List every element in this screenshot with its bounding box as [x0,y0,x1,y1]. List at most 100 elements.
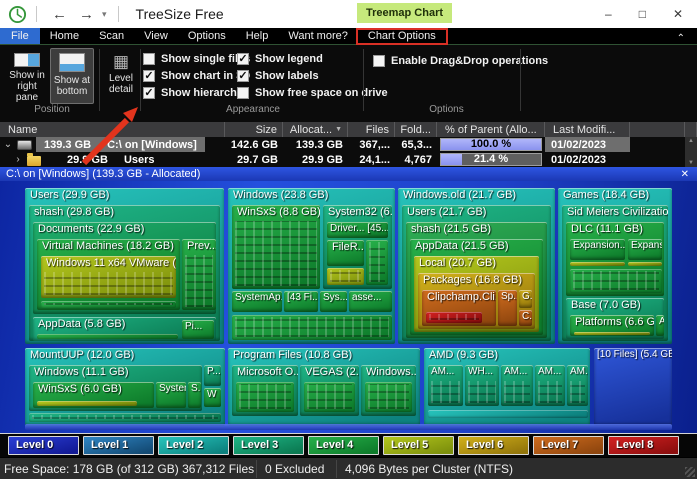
checkbox-show-legend[interactable]: ✓Show legend [237,50,388,67]
file-list: Name Size Allocat... ▼ Files Fold... % o… [0,122,697,167]
checkbox-enable-drag-drop-operations[interactable]: Enable Drag&Drop operations [373,52,548,69]
treemap-block-43-fi[interactable]: [43 Fi... [284,291,318,312]
folders-cell: 4,767 [395,152,437,167]
tab-scan[interactable]: Scan [89,28,134,44]
column-header-files[interactable]: Files [348,122,395,137]
treemap-block-am[interactable]: AM... [535,365,565,406]
treemap-body[interactable]: Users (29.9 GB)shash (29.8 GB)Documents … [0,181,697,433]
legend-level-4: Level 4 [308,436,379,455]
table-row[interactable]: › 29.9 GB Users 29.7 GB 29.9 GB 24,1... … [0,152,697,167]
column-header-allocated[interactable]: Allocat... ▼ [283,122,348,137]
tab-file[interactable]: File [0,28,40,44]
checkbox-checked-icon: ✓ [143,87,155,99]
treemap-block-systemap[interactable]: SystemAp... [232,291,282,312]
bottom-pane-icon [59,53,85,72]
treemap-block-winsxs-8-8-gb[interactable]: WinSxS (8.8 GB) [232,205,320,289]
treemap-block-windows-11-x64-vmware-18[interactable]: Windows 11 x64 VMware (18... [41,256,176,298]
divider [99,49,100,111]
show-at-bottom-button[interactable]: Show at bottom [50,48,94,104]
checkbox-show-labels[interactable]: ✓Show labels [237,67,388,84]
treemap-block-prev[interactable]: Prev... [182,239,216,310]
treemap-texture [570,269,662,293]
treemap-block-s[interactable]: S... [188,382,201,408]
treemap-texture [37,401,137,406]
expand-chevron-icon[interactable]: ⌄ [3,139,13,150]
treemap-block-p[interactable]: P... [204,365,221,386]
tab-want-more[interactable]: Want more? [278,28,358,44]
row-size-prefix: 139.3 GB [44,139,91,151]
treemap-block-wh[interactable]: WH... [465,365,499,406]
treemap-block-system3[interactable]: System3... [156,382,186,408]
treemap-texture [628,262,662,266]
treemap-block-10-files-5-4-gb[interactable]: [10 Files] (5.4 GB) [594,348,672,426]
maximize-button[interactable]: □ [639,7,646,21]
tab-view[interactable]: View [134,28,178,44]
treemap-block-am[interactable]: AM... [567,365,588,406]
table-row[interactable]: ⌄ 139.3 GB C:\ on [Windows] 142.6 GB 139… [0,137,697,152]
group-label-options: Options [373,104,520,115]
treemap-texture [428,410,588,418]
treemap-block-driver-45[interactable]: Driver... [45... [327,222,388,238]
dropdown-icon[interactable]: ▾ [102,7,107,22]
treemap-texture [232,315,392,340]
status-cluster-size: 4,096 Bytes per Cluster (NTFS) [345,462,513,476]
column-header-folders[interactable]: Fold... [395,122,437,137]
group-label-position: Position [6,104,98,115]
column-header-percent[interactable]: % of Parent (Allo... [437,122,545,137]
treemap-block-c[interactable]: C... [519,310,532,326]
treesize-window: ← → ▾ TreeSize Free Treemap Chart – □ ✕ … [0,0,697,479]
sort-desc-icon: ▼ [335,126,342,133]
checkbox-checked-icon: ✓ [237,53,249,65]
list-scrollbar[interactable]: ▲ ▼ [685,137,697,167]
forward-icon[interactable]: → [79,7,94,22]
close-button[interactable]: ✕ [673,7,683,21]
level-detail-button[interactable]: ▦ Level detail [103,48,139,104]
treemap-block-filer[interactable]: FileR... [327,240,364,266]
scroll-up-icon[interactable]: ▲ [688,137,694,145]
tab-options[interactable]: Options [178,28,236,44]
divider [36,6,37,22]
legend-level-0: Level 0 [8,436,79,455]
column-header-size[interactable]: Size [225,122,283,137]
treemap-texture [570,262,625,266]
treemap-block-expansion[interactable]: Expansion... [570,239,625,260]
treemap-block-am[interactable]: AM... [501,365,533,406]
treemap-block-sp[interactable]: Sp... [498,290,517,326]
tab-home[interactable]: Home [40,28,89,44]
treemap-texture [29,413,221,422]
checkbox-show-chart-in-3d[interactable]: ✓Show chart in 3D [143,67,250,84]
treemap-block-sys[interactable]: Sys... [320,291,347,312]
treemap-block-g[interactable]: G... [519,290,532,308]
column-header-name[interactable]: Name [0,122,225,137]
ribbon-collapse-icon[interactable]: ⌃ [677,30,697,44]
checkbox-unchecked-icon [143,53,155,65]
column-header-row: Name Size Allocat... ▼ Files Fold... % o… [0,122,697,137]
checkbox-label: Show hierarchy [161,87,243,99]
collapse-chevron-icon[interactable]: › [13,154,23,165]
treemap-close-icon[interactable]: ✕ [681,169,691,180]
scroll-down-icon[interactable]: ▼ [688,159,694,167]
legend-level-6: Level 6 [458,436,529,455]
appearance-col2: ✓Show legend✓Show labelsShow free space … [237,50,388,101]
treemap-block-am[interactable]: AM... [428,365,463,406]
row-name: 29.9 GB Users [59,152,163,167]
resize-grip[interactable] [685,467,695,477]
treemap-block-a[interactable]: A... [656,315,664,336]
group-label-appearance: Appearance [143,104,363,115]
button-label: Level detail [104,73,138,95]
checkbox-show-hierarchy[interactable]: ✓ Show hierarchy [143,84,250,101]
column-header-modified[interactable]: Last Modifi... [545,122,630,137]
checkbox-show-single-files[interactable]: Show single files [143,50,250,67]
show-in-right-pane-button[interactable]: Show in right pane [6,48,48,104]
tab-help[interactable]: Help [236,28,279,44]
row-name-label: Users [124,154,155,166]
minimize-button[interactable]: – [605,7,612,21]
treemap-block-w[interactable]: W [204,388,221,407]
tab-chart-options[interactable]: Chart Options [358,28,446,44]
back-icon[interactable]: ← [52,7,67,22]
checkbox-show-free-space-on-drive[interactable]: Show free space on drive [237,84,388,101]
treemap-block-asse[interactable]: asse... [349,291,392,312]
treemap-block-expansi[interactable]: Expansi... [628,239,662,260]
ribbon-tab-list: FileHomeScanViewOptionsHelpWant more?Cha… [0,28,697,45]
treemap-block-pi[interactable]: Pi... [182,320,214,339]
